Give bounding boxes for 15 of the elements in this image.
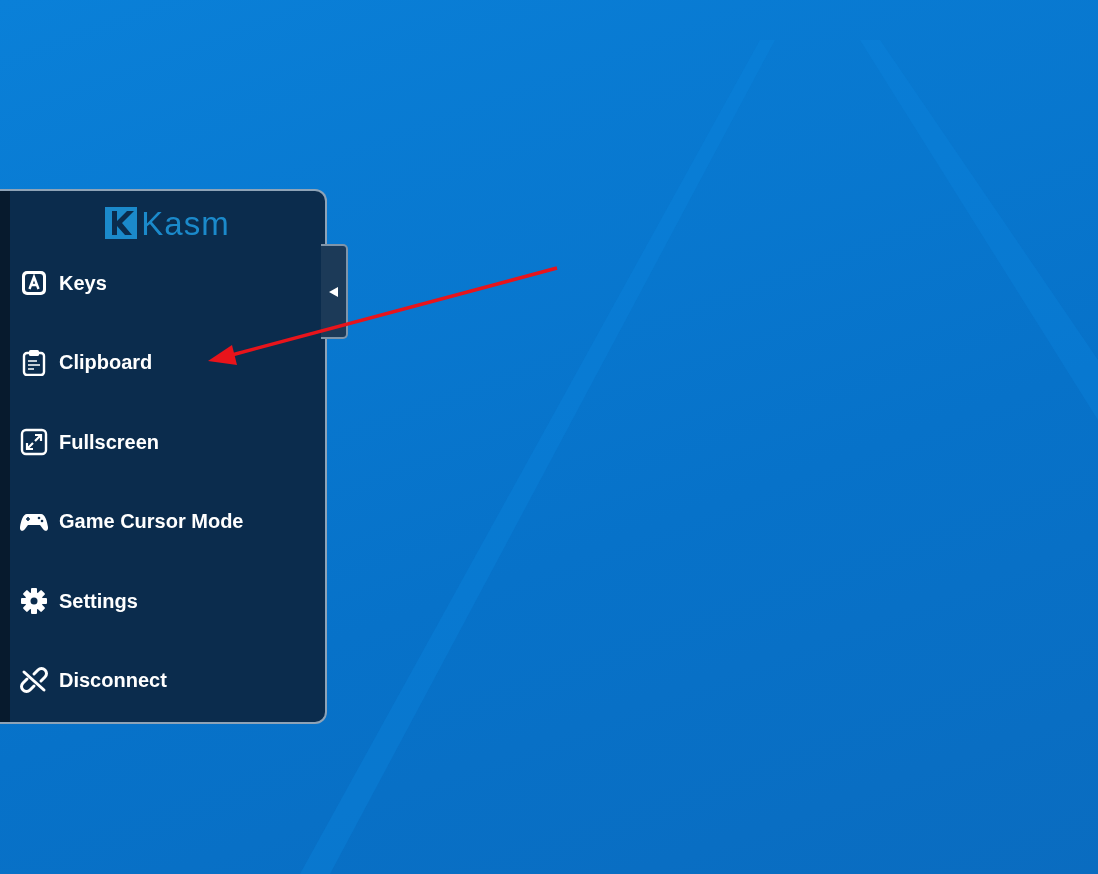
- menu-item[interactable]: Keys: [20, 243, 107, 323]
- settings-icon: [20, 586, 48, 615]
- menu-item[interactable]: Clipboard: [20, 322, 153, 402]
- caret-icon: [329, 286, 338, 297]
- fullscreen-icon: [20, 427, 48, 456]
- menu-item[interactable]: Settings: [20, 561, 138, 641]
- logo-text: Kasm: [141, 206, 230, 240]
- unlink-icon: [20, 666, 48, 695]
- logo-icon: [105, 207, 138, 239]
- menu-item[interactable]: Fullscreen: [20, 402, 160, 482]
- keyboard-key-icon: [20, 268, 48, 297]
- panel-handle[interactable]: [321, 244, 348, 339]
- menu-item[interactable]: Game Cursor Mode: [20, 481, 244, 561]
- menu-item[interactable]: Disconnect: [20, 640, 167, 720]
- clipboard-icon: [20, 348, 48, 377]
